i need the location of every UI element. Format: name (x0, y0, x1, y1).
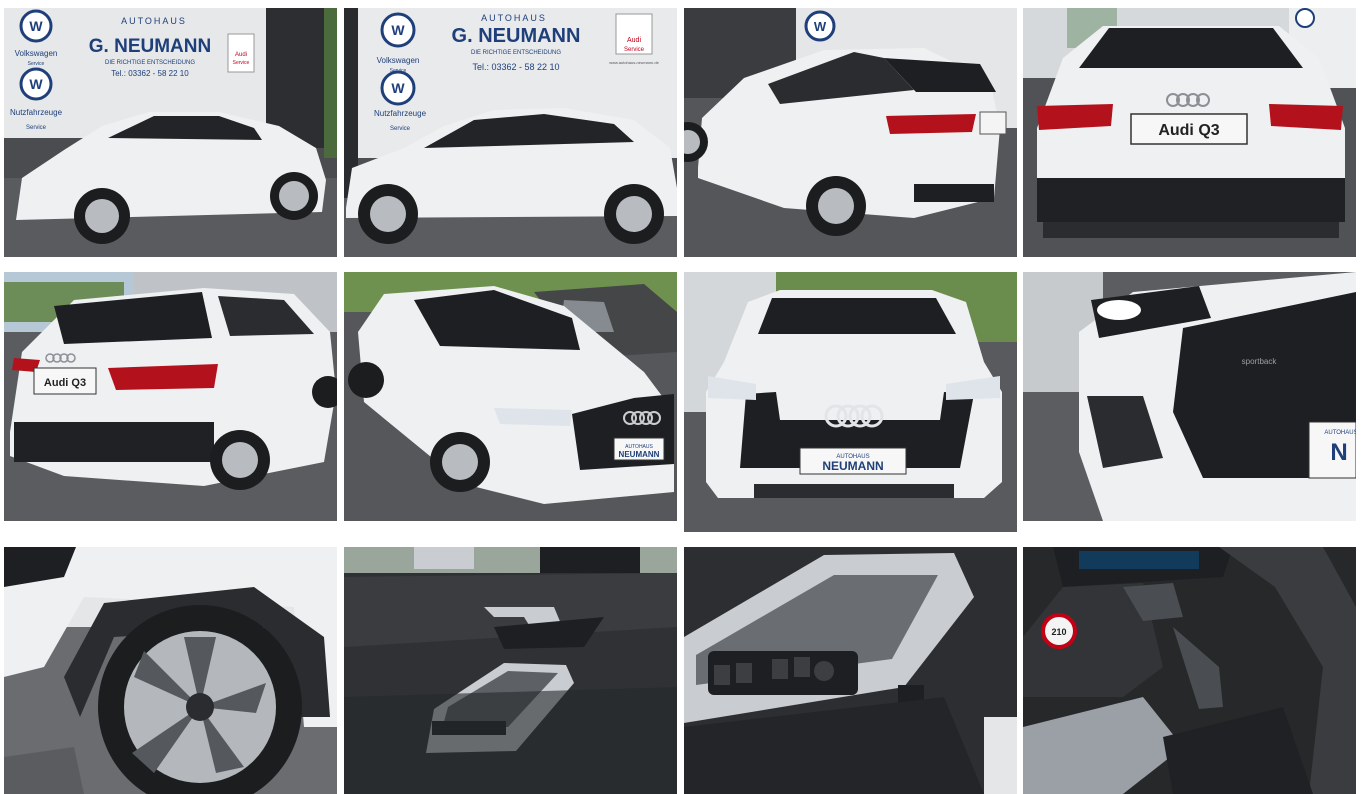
dealer-web: www.autohaus-neumann.de (609, 60, 659, 65)
instrument-display (1079, 551, 1199, 569)
photo-thumbnail-7[interactable]: AUTOHAUS NEUMANN (684, 272, 1017, 532)
vw-label: Volkswagen (377, 56, 420, 65)
car-photo-front-left: AUTOHAUS NEUMANN (344, 272, 677, 521)
svg-text:W: W (814, 19, 827, 34)
vwn-sub-label: Service (26, 125, 47, 131)
photo-gallery: W Volkswagen Service W Nutzfahrzeuge Ser… (0, 0, 1365, 794)
vw-sub-label: Service (28, 61, 45, 67)
photo-thumbnail-6[interactable]: AUTOHAUS NEUMANN (344, 272, 677, 521)
car-photo-steering-column: 210 (1023, 547, 1356, 794)
audi-sub-label: Service (624, 47, 645, 53)
photo-thumbnail-8[interactable]: sportback AUTOHAUS N (1023, 272, 1356, 521)
photo-thumbnail-2[interactable]: W Volkswagen Service W Nutzfahrzeuge Ser… (344, 8, 677, 257)
photo-thumbnail-9[interactable] (4, 547, 337, 794)
plate-model-text: Audi Q3 (44, 377, 86, 389)
svg-text:W: W (29, 76, 43, 92)
car-photo-headlight-grille: sportback AUTOHAUS N (1023, 272, 1356, 521)
audi-sub-label: Service (233, 60, 250, 66)
plate-dealer-name: NEUMANN (822, 459, 883, 473)
car-photo-left-side: W Volkswagen Service W Nutzfahrzeuge Ser… (344, 8, 677, 257)
vwn-label: Nutzfahrzeuge (374, 109, 427, 118)
svg-text:W: W (29, 18, 43, 34)
photo-thumbnail-1[interactable]: W Volkswagen Service W Nutzfahrzeuge Ser… (4, 8, 337, 257)
audi-label: Audi (627, 37, 641, 44)
svg-text:W: W (391, 22, 405, 38)
vw-label: Volkswagen (15, 49, 58, 58)
photo-thumbnail-10[interactable] (344, 547, 677, 794)
vw-logo-icon (1295, 8, 1315, 28)
photo-thumbnail-12[interactable]: 210 (1023, 547, 1356, 794)
photo-thumbnail-11[interactable] (684, 547, 1017, 794)
vwn-sub-label: Service (390, 126, 411, 132)
photo-thumbnail-4[interactable]: Audi Q3 (1023, 8, 1356, 257)
dealer-slogan: DIE RICHTIGE ENTSCHEIDUNG (471, 50, 561, 56)
dealer-prefix: AUTOHAUS (121, 16, 187, 26)
mirror-control-icon (814, 661, 834, 681)
car-photo-rear-door-panel (344, 547, 677, 794)
svg-text:W: W (391, 80, 405, 96)
model-badge: sportback (1242, 357, 1278, 366)
vwn-label: Nutzfahrzeuge (10, 108, 63, 117)
car-photo-rear-left: Audi Q3 (4, 272, 337, 521)
plate-dealer-prefix: AUTOHAUS (1324, 430, 1356, 436)
svg-text:N: N (1330, 439, 1347, 466)
dealer-name: G. NEUMANN (89, 36, 211, 57)
speed-sticker-text: 210 (1051, 627, 1066, 637)
dealer-phone: Tel.: 03362 - 58 22 10 (472, 62, 559, 72)
dealer-name: G. NEUMANN (452, 25, 581, 47)
dealer-slogan: DIE RICHTIGE ENTSCHEIDUNG (105, 60, 195, 66)
car-photo-front-left-side: W Volkswagen Service W Nutzfahrzeuge Ser… (4, 8, 337, 257)
audi-label: Audi (235, 52, 247, 58)
car-photo-rear-right: W (684, 8, 1017, 257)
car-photo-front-door-switches (684, 547, 1017, 794)
car-photo-rear: Audi Q3 (1023, 8, 1356, 257)
dealer-prefix: AUTOHAUS (481, 13, 547, 23)
photo-thumbnail-3[interactable]: W (684, 8, 1017, 257)
photo-thumbnail-5[interactable]: Audi Q3 (4, 272, 337, 521)
car-photo-front: AUTOHAUS NEUMANN (684, 272, 1017, 532)
dealer-phone: Tel.: 03362 - 58 22 10 (111, 69, 189, 78)
car-photo-wheel (4, 547, 337, 794)
plate-dealer-name: NEUMANN (619, 450, 660, 459)
plate-model-text: Audi Q3 (1158, 122, 1219, 139)
